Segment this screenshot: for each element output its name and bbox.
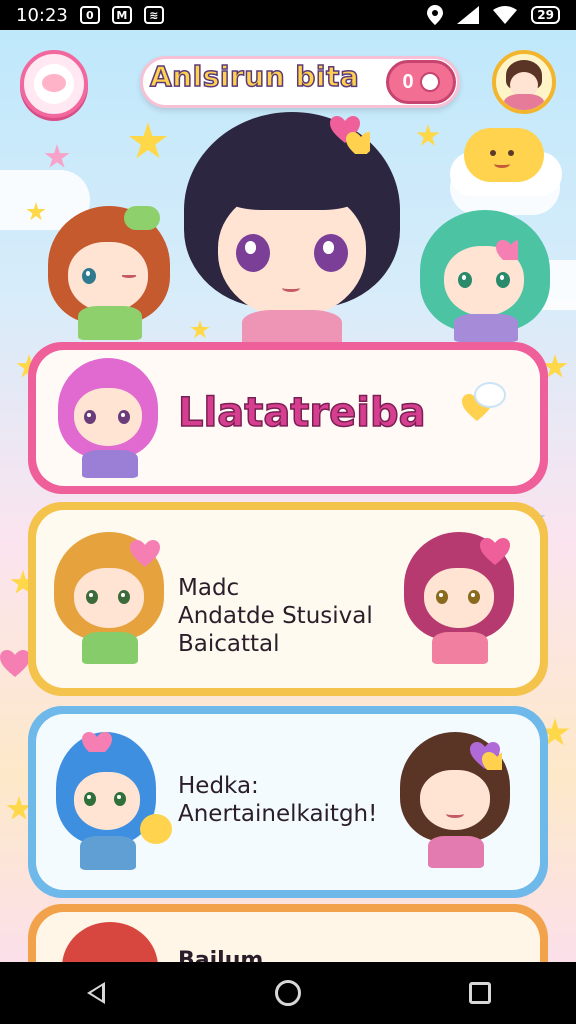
card-line-3: Baicattal: [178, 631, 280, 657]
app-screen: Anlsirun bita 0 Llatatreiba Madc Andatde…: [0, 30, 576, 962]
system-navigation-bar: [0, 962, 576, 1024]
main-character-illustration: [178, 104, 408, 352]
coin-icon: [419, 72, 440, 92]
pinkhair-character-illustration: [58, 358, 158, 482]
card-llatatreiba[interactable]: Llatatreiba: [28, 342, 548, 494]
heart-badge-icon: [462, 382, 520, 444]
redhair-character-illustration: [62, 922, 162, 962]
signal-icon: [457, 6, 480, 24]
status-time: 10:23: [16, 4, 68, 26]
card-bailum[interactable]: Bailum: [28, 904, 548, 962]
recents-button[interactable]: [450, 968, 510, 1018]
greenhair-character-illustration: [420, 210, 550, 342]
card-line-1: Madc: [178, 575, 240, 601]
app-title: Anlsirun bita: [149, 59, 360, 94]
card-andatde[interactable]: Madc Andatde Stusival Baicattal: [28, 502, 548, 696]
bluehair-character-illustration: [56, 732, 176, 882]
notification-icon-3: ≋: [143, 6, 164, 24]
wifi-icon: [493, 6, 518, 24]
coin-count: 0: [402, 70, 414, 93]
profile-avatar-button[interactable]: [492, 50, 556, 114]
home-button[interactable]: [258, 968, 318, 1018]
back-button[interactable]: [66, 968, 126, 1018]
battery-icon: 29: [531, 6, 560, 24]
notification-icon: 0: [79, 6, 100, 24]
notification-icon-2: M: [111, 6, 132, 24]
redhead-character-illustration: [48, 206, 170, 340]
star-decoration: [44, 144, 70, 168]
card-line-1: Hedka:: [178, 773, 259, 799]
smiling-cloud-icon: [450, 128, 562, 198]
brownhair-character-illustration: [400, 732, 520, 882]
card-line-2: Anertainelkaitgh!: [178, 801, 378, 827]
bunny-logo-button[interactable]: [20, 50, 88, 118]
recents-icon: [469, 982, 491, 1004]
star-decoration: [128, 122, 168, 159]
back-icon: [87, 982, 105, 1004]
card-title: Llatatreiba: [177, 389, 426, 437]
card-title: Bailum: [178, 948, 264, 962]
magentahair-character-illustration: [404, 532, 514, 672]
card-hedka[interactable]: Hedka: Anertainelkaitgh!: [28, 706, 548, 898]
card-line-2: Andatde Stusival: [178, 603, 373, 629]
status-bar: 10:23 0 M ≋ 29: [0, 0, 576, 30]
home-icon: [275, 980, 301, 1006]
bunny-logo-icon: [34, 64, 74, 104]
coin-counter-button[interactable]: 0: [386, 60, 456, 104]
blonde-character-illustration: [54, 532, 164, 672]
location-icon: [427, 5, 444, 25]
star-decoration: [416, 124, 440, 146]
